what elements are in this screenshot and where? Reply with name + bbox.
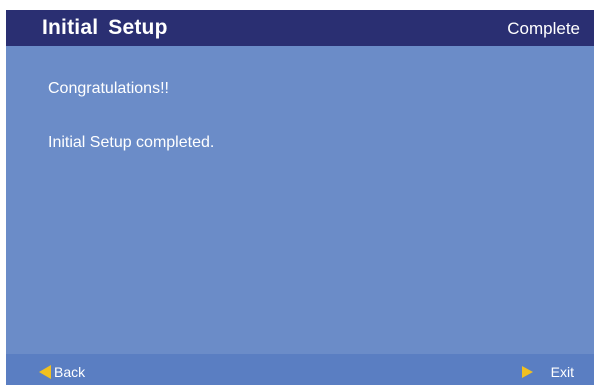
back-button-label: Back (54, 364, 86, 380)
exit-button[interactable]: Exit (521, 364, 574, 380)
navigation-bar: Back Exit (6, 354, 594, 385)
back-button[interactable]: Back (39, 364, 85, 380)
setup-window: Initial Setup Complete Congratulations!!… (6, 10, 594, 385)
left-arrow-icon (39, 365, 51, 379)
step-status: Complete (507, 19, 580, 38)
page-title: Initial Setup (42, 16, 168, 39)
completion-message: Initial Setup completed. (48, 134, 215, 151)
congratulations-text: Congratulations!! (48, 80, 169, 97)
exit-button-label: Exit (550, 364, 574, 380)
right-arrow-icon (521, 366, 533, 378)
title-bar: Initial Setup Complete (6, 10, 594, 46)
